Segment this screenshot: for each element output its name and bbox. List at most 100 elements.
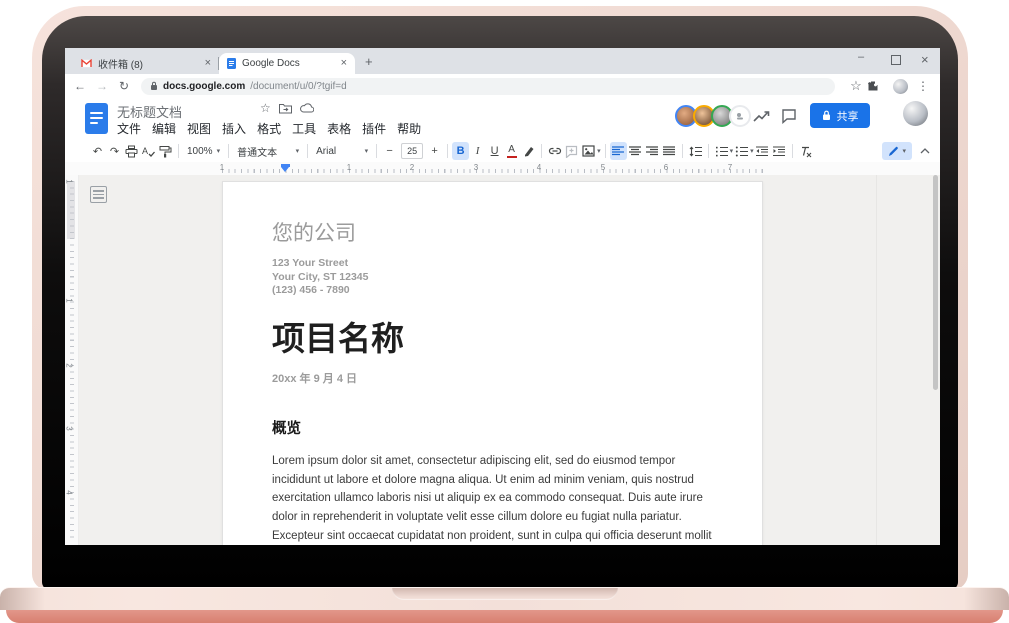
insert-link-icon[interactable] bbox=[546, 142, 563, 160]
line-spacing-icon[interactable] bbox=[687, 142, 704, 160]
spellcheck-icon[interactable]: A bbox=[140, 142, 157, 160]
tab-close-icon[interactable]: × bbox=[205, 58, 211, 69]
star-document-icon[interactable]: ☆ bbox=[260, 101, 271, 115]
font-size-input[interactable]: 25 bbox=[401, 143, 423, 159]
document-page[interactable]: 您的公司 123 Your Street Your City, ST 12345… bbox=[222, 181, 763, 545]
new-tab-button[interactable]: + bbox=[365, 54, 373, 69]
menu-bar: 文件 编辑 视图 插入 格式 工具 表格 插件 帮助 bbox=[117, 120, 421, 137]
underline-button[interactable]: U bbox=[486, 142, 503, 160]
highlight-color-icon[interactable] bbox=[520, 142, 537, 160]
browser-window: 收件箱 (8) × Google Docs × + – × ← → ↻ docs… bbox=[65, 48, 940, 545]
company-name[interactable]: 您的公司 bbox=[272, 222, 717, 245]
increase-indent-icon[interactable] bbox=[771, 142, 788, 160]
share-lock-icon bbox=[822, 110, 831, 121]
menu-edit[interactable]: 编辑 bbox=[152, 120, 176, 137]
anonymous-viewer-icon[interactable] bbox=[729, 105, 751, 127]
clear-formatting-icon[interactable] bbox=[797, 142, 814, 160]
bulleted-list-icon[interactable] bbox=[733, 142, 750, 160]
redo-icon[interactable]: ↷ bbox=[106, 142, 123, 160]
company-address[interactable]: 123 Your Street Your City, ST 12345 (123… bbox=[272, 257, 717, 298]
extension-puzzle-icon[interactable] bbox=[867, 80, 889, 92]
google-docs-icon[interactable] bbox=[85, 103, 108, 134]
justify-button[interactable] bbox=[661, 142, 678, 160]
insert-image-icon[interactable] bbox=[580, 142, 597, 160]
text-color-button[interactable]: A bbox=[503, 142, 520, 160]
menu-file[interactable]: 文件 bbox=[117, 120, 141, 137]
document-title[interactable]: 无标题文档 bbox=[117, 102, 182, 121]
tab-google-docs[interactable]: Google Docs × bbox=[219, 53, 355, 74]
section-heading[interactable]: 概览 bbox=[272, 417, 717, 438]
address-bar[interactable]: docs.google.com/document/u/0/?tgif=d bbox=[141, 78, 835, 95]
italic-button[interactable]: I bbox=[469, 142, 486, 160]
editing-mode-select[interactable]: ▾ bbox=[882, 142, 912, 160]
divider bbox=[178, 144, 179, 158]
menu-table[interactable]: 表格 bbox=[327, 120, 351, 137]
move-folder-icon[interactable] bbox=[279, 103, 292, 114]
comments-icon[interactable] bbox=[781, 108, 797, 124]
docs-profile-avatar[interactable] bbox=[903, 101, 928, 126]
add-comment-icon[interactable] bbox=[563, 142, 580, 160]
chevron-down-icon[interactable]: ▾ bbox=[597, 147, 601, 155]
tab-strip: 收件箱 (8) × Google Docs × + – × bbox=[65, 48, 940, 74]
paint-format-icon[interactable] bbox=[157, 142, 174, 160]
horizontal-ruler[interactable]: 1 1 2 3 4 5 6 7 bbox=[65, 162, 940, 175]
share-button[interactable]: 共享 bbox=[810, 103, 870, 128]
refresh-button[interactable]: ↻ bbox=[113, 79, 135, 93]
hide-menus-icon[interactable] bbox=[920, 148, 930, 154]
bold-button[interactable]: B bbox=[452, 142, 469, 160]
divider bbox=[682, 144, 683, 158]
activity-dashboard-icon[interactable] bbox=[753, 110, 770, 123]
vertical-ruler[interactable]: 1 1 2 3 4 bbox=[65, 175, 79, 545]
ruler-number: 6 bbox=[664, 163, 668, 172]
divider bbox=[228, 144, 229, 158]
pencil-icon bbox=[888, 146, 899, 157]
divider bbox=[541, 144, 542, 158]
scrollbar[interactable] bbox=[933, 175, 938, 390]
tab-gmail[interactable]: 收件箱 (8) × bbox=[73, 53, 219, 74]
decrease-indent-icon[interactable] bbox=[754, 142, 771, 160]
menu-help[interactable]: 帮助 bbox=[397, 120, 421, 137]
browser-menu-icon[interactable]: ⋮ bbox=[912, 79, 934, 93]
forward-button[interactable]: → bbox=[91, 79, 113, 93]
increase-font-size-button[interactable]: + bbox=[426, 142, 443, 160]
back-button[interactable]: ← bbox=[69, 79, 91, 93]
document-canvas: 1 1 2 3 4 您的公司 123 Your Street Your City… bbox=[65, 175, 940, 545]
decrease-font-size-button[interactable]: − bbox=[381, 142, 398, 160]
laptop-base-edge bbox=[6, 610, 1003, 623]
numbered-list-icon[interactable] bbox=[713, 142, 730, 160]
align-right-button[interactable] bbox=[644, 142, 661, 160]
document-outline-icon[interactable] bbox=[90, 186, 107, 203]
paragraph-style-select[interactable]: 普通文本▾ bbox=[233, 142, 303, 160]
window-maximize-button[interactable] bbox=[891, 55, 901, 68]
cloud-status-icon[interactable] bbox=[300, 103, 314, 113]
window-minimize-button[interactable]: – bbox=[858, 52, 864, 63]
maximize-icon bbox=[891, 55, 901, 65]
menu-insert[interactable]: 插入 bbox=[222, 120, 246, 137]
menu-addons[interactable]: 插件 bbox=[362, 120, 386, 137]
color-bar bbox=[507, 156, 517, 158]
collaborator-avatars bbox=[675, 105, 751, 127]
menu-format[interactable]: 格式 bbox=[257, 120, 281, 137]
align-left-button[interactable] bbox=[610, 142, 627, 160]
browser-profile-avatar[interactable] bbox=[893, 79, 908, 94]
indent-marker[interactable] bbox=[281, 164, 290, 167]
ruler-number: 1 bbox=[65, 179, 74, 183]
zoom-select[interactable]: 100%▾ bbox=[183, 142, 224, 160]
ruler-number: 1 bbox=[220, 163, 224, 172]
window-close-button[interactable]: × bbox=[921, 54, 929, 65]
lock-icon bbox=[150, 81, 158, 91]
divider bbox=[792, 144, 793, 158]
tab-close-icon[interactable]: × bbox=[341, 58, 347, 69]
project-title[interactable]: 项目名称 bbox=[272, 322, 717, 357]
align-center-button[interactable] bbox=[627, 142, 644, 160]
project-date[interactable]: 20xx 年 9 月 4 日 bbox=[272, 370, 717, 386]
font-select[interactable]: Arial▾ bbox=[312, 142, 372, 160]
body-paragraph[interactable]: Lorem ipsum dolor sit amet, consectetur … bbox=[272, 452, 724, 545]
divider bbox=[876, 175, 877, 545]
url-host: docs.google.com bbox=[163, 81, 245, 92]
bookmark-star-icon[interactable]: ☆ bbox=[845, 78, 867, 94]
print-icon[interactable] bbox=[123, 142, 140, 160]
menu-tools[interactable]: 工具 bbox=[292, 120, 316, 137]
undo-icon[interactable]: ↶ bbox=[89, 142, 106, 160]
menu-view[interactable]: 视图 bbox=[187, 120, 211, 137]
